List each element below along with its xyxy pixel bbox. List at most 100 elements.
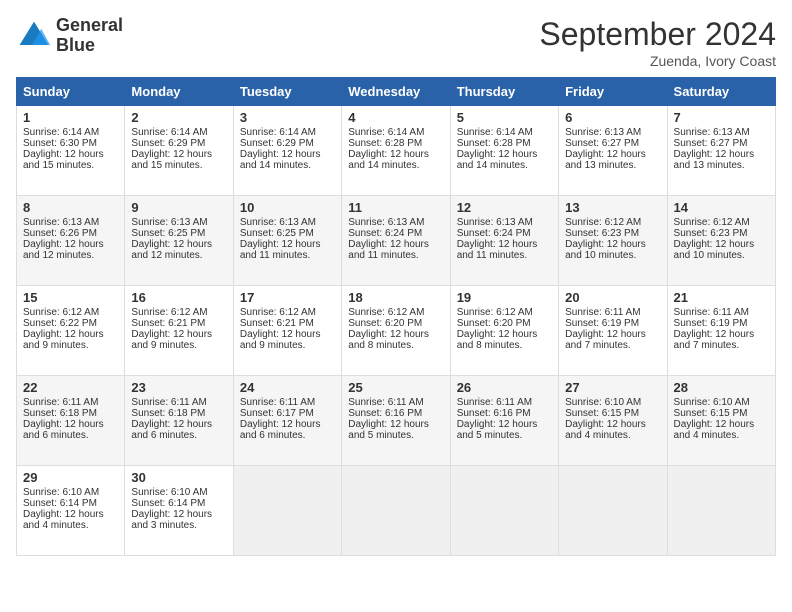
calendar-cell: 2 Sunrise: 6:14 AMSunset: 6:29 PMDaylight… (125, 106, 233, 196)
daylight-text: Daylight: 12 hours and 13 minutes. (565, 149, 660, 171)
sunrise-text: Sunrise: 6:13 AM (674, 127, 769, 138)
sunrise-text: Sunrise: 6:12 AM (674, 217, 769, 228)
sunset-text: Sunset: 6:15 PM (674, 408, 769, 419)
calendar-cell: 17Sunrise: 6:12 AMSunset: 6:21 PMDayligh… (233, 286, 341, 376)
month-title: September 2024 (539, 16, 776, 53)
sunset-text: Sunset: 6:19 PM (565, 318, 660, 329)
daylight-text: Daylight: 12 hours and 6 minutes. (131, 419, 226, 441)
logo-icon (16, 18, 52, 54)
sunset-text: Sunset: 6:29 PM (131, 138, 226, 149)
daylight-text: Daylight: 12 hours and 9 minutes. (240, 329, 335, 351)
sunrise-text: Sunrise: 6:10 AM (23, 487, 118, 498)
daylight-text: Daylight: 12 hours and 6 minutes. (23, 419, 118, 441)
daylight-text: Daylight: 12 hours and 6 minutes. (240, 419, 335, 441)
day-number: 2 (131, 110, 226, 125)
sunset-text: Sunset: 6:21 PM (240, 318, 335, 329)
sunset-text: Sunset: 6:21 PM (131, 318, 226, 329)
page-header: General Blue September 2024 Zuenda, Ivor… (16, 16, 776, 69)
calendar-cell: 19Sunrise: 6:12 AMSunset: 6:20 PMDayligh… (450, 286, 558, 376)
daylight-text: Daylight: 12 hours and 10 minutes. (565, 239, 660, 261)
sunset-text: Sunset: 6:14 PM (23, 498, 118, 509)
sunset-text: Sunset: 6:27 PM (674, 138, 769, 149)
calendar-cell: 5Sunrise: 6:14 AMSunset: 6:28 PMDaylight… (450, 106, 558, 196)
calendar-cell: 6 Sunrise: 6:13 AMSunset: 6:27 PMDaylight… (559, 106, 667, 196)
header-tuesday: Tuesday (233, 78, 341, 106)
calendar-week-2: 8Sunrise: 6:13 AMSunset: 6:26 PMDaylight… (17, 196, 776, 286)
day-number: 15 (23, 290, 118, 305)
logo-text: General Blue (56, 16, 123, 56)
header-thursday: Thursday (450, 78, 558, 106)
calendar-cell: 14Sunrise: 6:12 AMSunset: 6:23 PMDayligh… (667, 196, 775, 286)
day-number: 3 (240, 110, 335, 125)
sunset-text: Sunset: 6:25 PM (131, 228, 226, 239)
day-number: 12 (457, 200, 552, 215)
calendar-cell: 15Sunrise: 6:12 AMSunset: 6:22 PMDayligh… (17, 286, 125, 376)
daylight-text: Daylight: 12 hours and 9 minutes. (131, 329, 226, 351)
sunrise-text: Sunrise: 6:13 AM (457, 217, 552, 228)
day-number: 27 (565, 380, 660, 395)
sunrise-text: Sunrise: 6:14 AM (131, 127, 226, 138)
daylight-text: Daylight: 12 hours and 13 minutes. (674, 149, 769, 171)
day-number: 26 (457, 380, 552, 395)
sunset-text: Sunset: 6:27 PM (565, 138, 660, 149)
daylight-text: Daylight: 12 hours and 11 minutes. (457, 239, 552, 261)
daylight-text: Daylight: 12 hours and 15 minutes. (131, 149, 226, 171)
sunrise-text: Sunrise: 6:11 AM (23, 397, 118, 408)
day-number: 23 (131, 380, 226, 395)
day-number: 9 (131, 200, 226, 215)
title-section: September 2024 Zuenda, Ivory Coast (539, 16, 776, 69)
day-number: 18 (348, 290, 443, 305)
sunset-text: Sunset: 6:17 PM (240, 408, 335, 419)
daylight-text: Daylight: 12 hours and 15 minutes. (23, 149, 118, 171)
day-number: 30 (131, 470, 226, 485)
calendar-table: SundayMondayTuesdayWednesdayThursdayFrid… (16, 77, 776, 556)
calendar-cell: 4Sunrise: 6:14 AMSunset: 6:28 PMDaylight… (342, 106, 450, 196)
calendar-cell (233, 466, 341, 556)
header-monday: Monday (125, 78, 233, 106)
calendar-cell: 16Sunrise: 6:12 AMSunset: 6:21 PMDayligh… (125, 286, 233, 376)
sunrise-text: Sunrise: 6:11 AM (565, 307, 660, 318)
daylight-text: Daylight: 12 hours and 14 minutes. (240, 149, 335, 171)
sunrise-text: Sunrise: 6:13 AM (348, 217, 443, 228)
calendar-cell (342, 466, 450, 556)
sunrise-text: Sunrise: 6:13 AM (565, 127, 660, 138)
daylight-text: Daylight: 12 hours and 10 minutes. (674, 239, 769, 261)
day-number: 21 (674, 290, 769, 305)
sunset-text: Sunset: 6:22 PM (23, 318, 118, 329)
logo: General Blue (16, 16, 123, 56)
daylight-text: Daylight: 12 hours and 3 minutes. (131, 509, 226, 531)
day-number: 5 (457, 110, 552, 125)
day-number: 13 (565, 200, 660, 215)
calendar-cell: 27Sunrise: 6:10 AMSunset: 6:15 PMDayligh… (559, 376, 667, 466)
calendar-cell: 29Sunrise: 6:10 AMSunset: 6:14 PMDayligh… (17, 466, 125, 556)
calendar-cell (667, 466, 775, 556)
sunset-text: Sunset: 6:20 PM (348, 318, 443, 329)
sunset-text: Sunset: 6:30 PM (23, 138, 118, 149)
day-number: 16 (131, 290, 226, 305)
calendar-cell: 11Sunrise: 6:13 AMSunset: 6:24 PMDayligh… (342, 196, 450, 286)
daylight-text: Daylight: 12 hours and 11 minutes. (348, 239, 443, 261)
sunrise-text: Sunrise: 6:14 AM (348, 127, 443, 138)
calendar-week-1: 1Sunrise: 6:14 AMSunset: 6:30 PMDaylight… (17, 106, 776, 196)
sunrise-text: Sunrise: 6:10 AM (674, 397, 769, 408)
sunrise-text: Sunrise: 6:13 AM (131, 217, 226, 228)
daylight-text: Daylight: 12 hours and 8 minutes. (348, 329, 443, 351)
calendar-cell: 13Sunrise: 6:12 AMSunset: 6:23 PMDayligh… (559, 196, 667, 286)
sunset-text: Sunset: 6:28 PM (457, 138, 552, 149)
header-saturday: Saturday (667, 78, 775, 106)
sunrise-text: Sunrise: 6:14 AM (457, 127, 552, 138)
sunrise-text: Sunrise: 6:10 AM (565, 397, 660, 408)
calendar-cell: 23Sunrise: 6:11 AMSunset: 6:18 PMDayligh… (125, 376, 233, 466)
header-sunday: Sunday (17, 78, 125, 106)
daylight-text: Daylight: 12 hours and 7 minutes. (674, 329, 769, 351)
day-number: 10 (240, 200, 335, 215)
sunset-text: Sunset: 6:28 PM (348, 138, 443, 149)
daylight-text: Daylight: 12 hours and 4 minutes. (674, 419, 769, 441)
day-number: 6 (565, 110, 660, 125)
sunset-text: Sunset: 6:18 PM (131, 408, 226, 419)
calendar-cell: 24Sunrise: 6:11 AMSunset: 6:17 PMDayligh… (233, 376, 341, 466)
day-number: 24 (240, 380, 335, 395)
daylight-text: Daylight: 12 hours and 12 minutes. (23, 239, 118, 261)
sunset-text: Sunset: 6:18 PM (23, 408, 118, 419)
sunrise-text: Sunrise: 6:10 AM (131, 487, 226, 498)
